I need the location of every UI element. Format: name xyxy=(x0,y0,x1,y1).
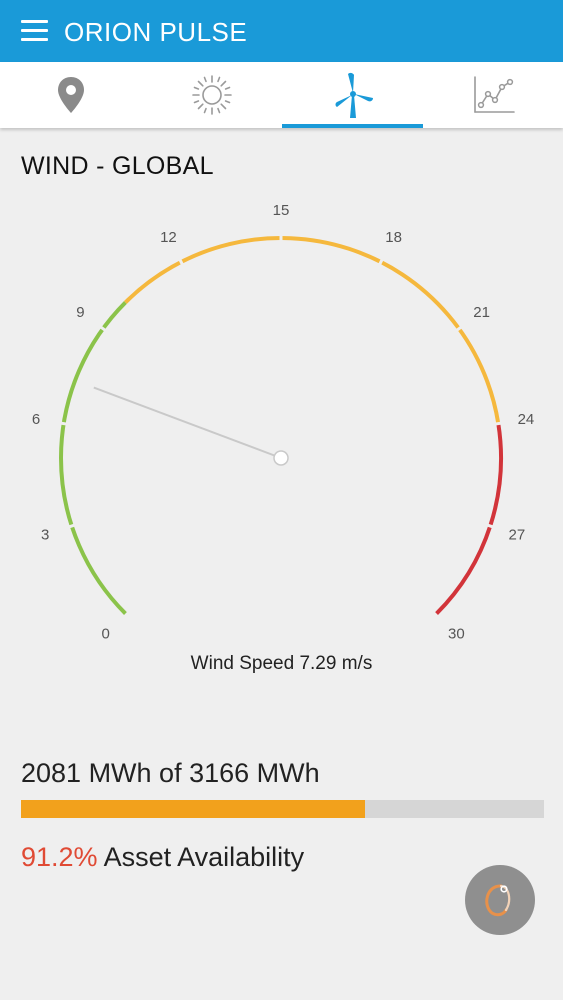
tab-wind[interactable] xyxy=(282,62,423,128)
location-pin-icon xyxy=(57,77,84,113)
gauge-band-1 xyxy=(124,236,501,424)
gauge-tick-label-27: 27 xyxy=(509,527,526,544)
gauge-tick-label-12: 12 xyxy=(160,229,177,246)
gauge-tick-label-6: 6 xyxy=(32,411,40,428)
gauge-band-0 xyxy=(59,301,127,615)
gauge-tick-label-18: 18 xyxy=(385,229,402,246)
sun-icon xyxy=(191,75,232,115)
tab-analytics[interactable] xyxy=(423,62,563,128)
energy-progress-fill xyxy=(21,800,365,818)
wind-speed-gauge: 0 3 6 9 12 15 18 21 24 27 30 xyxy=(32,202,535,642)
tab-location[interactable] xyxy=(0,62,141,128)
gauge-tick-label-9: 9 xyxy=(76,304,84,321)
tab-bar xyxy=(0,62,563,128)
gauge-needle-pivot xyxy=(273,450,289,466)
gauge-tick-label-30: 30 xyxy=(448,625,465,642)
gauge-band-2 xyxy=(435,423,503,615)
gauge-needle xyxy=(93,386,282,459)
availability-percent: 91.2% xyxy=(21,842,98,872)
refresh-button[interactable] xyxy=(465,865,535,935)
gauge-tick-label-3: 3 xyxy=(41,527,49,544)
refresh-spinner-icon xyxy=(485,884,511,917)
gauge-tick-24 xyxy=(495,421,502,426)
app-title: ORION PULSE xyxy=(64,17,248,47)
selected-tab-indicator xyxy=(282,124,423,128)
gauge-tick-label-24: 24 xyxy=(518,411,535,428)
line-chart-icon xyxy=(473,76,515,113)
hamburger-menu-icon[interactable] xyxy=(21,20,48,41)
wind-speed-caption: Wind Speed 7.29 m/s xyxy=(190,653,373,674)
gauge-tick-label-15: 15 xyxy=(273,202,290,219)
energy-production-text: 2081 MWh of 3166 MWh xyxy=(21,758,320,788)
availability-label: Asset Availability xyxy=(103,842,305,872)
gauge-tick-label-0: 0 xyxy=(101,625,109,642)
tab-solar[interactable] xyxy=(141,62,282,128)
gauge-tick-27 xyxy=(486,523,494,529)
asset-availability: 91.2% Asset Availability xyxy=(21,842,304,873)
section-title: WIND - GLOBAL xyxy=(21,152,214,180)
app-bar: ORION PULSE xyxy=(0,0,563,62)
gauge-tick-3 xyxy=(68,523,76,529)
energy-progress-bar xyxy=(21,800,544,818)
gauge-tick-label-21: 21 xyxy=(473,304,490,321)
wind-turbine-icon xyxy=(335,72,373,118)
gauge-tick-6 xyxy=(60,421,67,426)
